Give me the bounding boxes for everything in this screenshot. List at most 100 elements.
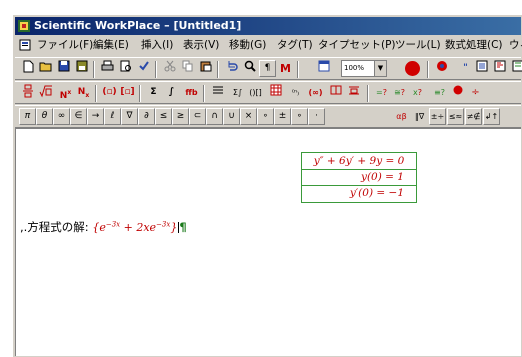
standard-toolbar: ¶ M 100% ▼ " [15, 57, 522, 80]
doc-info-button[interactable] [473, 60, 490, 77]
doc-style-button[interactable] [509, 60, 522, 77]
menu-window[interactable]: ウィンドウ [509, 36, 522, 55]
square-brackets-button[interactable]: [▫] [119, 84, 136, 101]
pilcrow-icon: ¶ [264, 63, 271, 73]
document-icon[interactable] [19, 39, 31, 51]
superscript-button[interactable]: Nx [57, 84, 74, 101]
symbol-panel-button[interactable]: ‖∇ [411, 108, 428, 125]
binary-ops-panel-button[interactable]: ±÷ [429, 108, 446, 125]
symbol-arrow-button[interactable]: → [87, 108, 104, 125]
cut-button[interactable] [161, 60, 178, 77]
menu-edit[interactable]: 編集(E) [93, 36, 129, 55]
symbol-theta-button[interactable]: θ [36, 108, 53, 125]
symbol-bullet-button[interactable]: ∘ [291, 108, 308, 125]
copy-icon [182, 60, 192, 72]
symbol-element-button[interactable]: ∈ [70, 108, 87, 125]
macro-m-button[interactable]: M [277, 60, 294, 77]
symbol-subset-button[interactable]: ⊂ [189, 108, 206, 125]
symbol-cdot-button[interactable]: · [308, 108, 325, 125]
new-file-button[interactable] [19, 60, 36, 77]
symbol-circ-button[interactable]: ∘ [257, 108, 274, 125]
matrix-button[interactable] [267, 84, 284, 101]
solution-line[interactable]: ,.方程式の解: {e−3x + 2xe−3x} ¶ [20, 219, 187, 235]
brackets-button[interactable]: (▫) [101, 84, 118, 101]
undo-button[interactable] [223, 60, 240, 77]
ode-equation: y″ + 6y′ + 9y = 0 [302, 153, 416, 170]
menu-typeset[interactable]: タイプセット(P) [318, 36, 396, 55]
paragraph-mark: ¶ [179, 220, 187, 234]
new-definition-button[interactable]: ÷ [467, 84, 484, 101]
symbol-times-button[interactable]: × [240, 108, 257, 125]
solution-exponent-2: −3x [156, 220, 171, 229]
simplify-button[interactable]: x? [409, 84, 426, 101]
symbol-cup-button[interactable]: ∪ [223, 108, 240, 125]
print-button[interactable] [99, 60, 116, 77]
operators-button[interactable]: ffb [183, 84, 200, 101]
radical-button[interactable] [37, 84, 54, 101]
printer-icon [101, 60, 114, 71]
plot-button[interactable] [449, 84, 466, 101]
view-toggle-button[interactable] [315, 60, 332, 77]
symbol-leq-button[interactable]: ≤ [155, 108, 172, 125]
symbol-geq-button[interactable]: ≥ [172, 108, 189, 125]
copy-button[interactable] [179, 60, 196, 77]
symbol-pm-button[interactable]: ± [274, 108, 291, 125]
solution-open: {e [92, 221, 106, 234]
save-all-icon [76, 60, 87, 72]
find-button[interactable] [241, 60, 258, 77]
relations-panel-button[interactable]: ≤≈ [447, 108, 464, 125]
subscript-button[interactable]: Nx [75, 84, 92, 101]
zoom-select[interactable]: 100% ▼ [341, 60, 387, 77]
menu-insert[interactable]: 挿入(I) [141, 36, 173, 55]
paste-button[interactable] [197, 60, 214, 77]
labels-button[interactable] [327, 84, 344, 101]
arrows-panel-button[interactable]: ↲↑ [483, 108, 500, 125]
greek-panel-button[interactable]: αβ [393, 108, 410, 125]
save-button[interactable] [55, 60, 72, 77]
integral-button[interactable]: ∫ [163, 84, 180, 101]
display-icon [212, 86, 223, 94]
display-button[interactable] [209, 84, 226, 101]
toolbar-separator [93, 61, 95, 78]
menu-tools[interactable]: ツール(L) [395, 36, 441, 55]
save-all-button[interactable] [73, 60, 90, 77]
sum-operator-button[interactable]: Σ∫ [229, 84, 246, 101]
title-bar[interactable]: Scientific WorkPlace – [Untitled1] [15, 17, 521, 35]
spell-check-button[interactable] [135, 60, 152, 77]
symbol-pi-button[interactable]: π [19, 108, 36, 125]
symbol-nabla-button[interactable]: ∇ [121, 108, 138, 125]
binomial-button[interactable]: ⁽ⁿ₎ [287, 84, 304, 101]
quote-button[interactable]: " [457, 60, 474, 77]
evaluate-numeric-button[interactable]: ≅? [391, 84, 408, 101]
print-preview-button[interactable] [117, 60, 134, 77]
menu-view[interactable]: 表示(V) [183, 36, 219, 55]
menu-go[interactable]: 移動(G) [229, 36, 266, 55]
app-icon [18, 20, 30, 32]
menu-tag[interactable]: タグ(T) [277, 36, 313, 55]
menu-file[interactable]: ファイル(F) [37, 36, 93, 55]
sum-button[interactable]: Σ [145, 84, 162, 101]
doc-format-button[interactable] [491, 60, 508, 77]
label-icon [330, 85, 341, 95]
application-window: Scientific WorkPlace – [Untitled1] ファイル(… [12, 14, 522, 357]
scissors-icon [164, 60, 175, 72]
check-equality-button[interactable]: ≡? [431, 84, 448, 101]
document-editor[interactable]: y″ + 6y′ + 9y = 0 y(0) = 1 y′(0) = −1 ,.… [15, 128, 521, 356]
menu-compute[interactable]: 数式処理(C) [445, 36, 503, 55]
symbol-partial-button[interactable]: ∂ [138, 108, 155, 125]
symbol-ell-button[interactable]: ℓ [104, 108, 121, 125]
symbol-cap-button[interactable]: ∩ [206, 108, 223, 125]
decorations-button[interactable] [345, 84, 362, 101]
stop-icon[interactable] [405, 61, 420, 76]
symbol-infinity-button[interactable]: ∞ [53, 108, 70, 125]
evaluate-button[interactable]: =? [373, 84, 390, 101]
parens-button[interactable]: (∞) [307, 84, 324, 101]
open-file-button[interactable] [37, 60, 54, 77]
negated-relations-panel-button[interactable]: ≠∉ [465, 108, 482, 125]
record-button[interactable] [433, 60, 450, 77]
fraction-button[interactable] [19, 84, 36, 101]
matrix-paren-button[interactable]: ()[] [247, 84, 264, 101]
open-folder-icon [39, 62, 51, 72]
paragraph-marks-button[interactable]: ¶ [259, 60, 276, 77]
equation-array[interactable]: y″ + 6y′ + 9y = 0 y(0) = 1 y′(0) = −1 [301, 152, 417, 203]
